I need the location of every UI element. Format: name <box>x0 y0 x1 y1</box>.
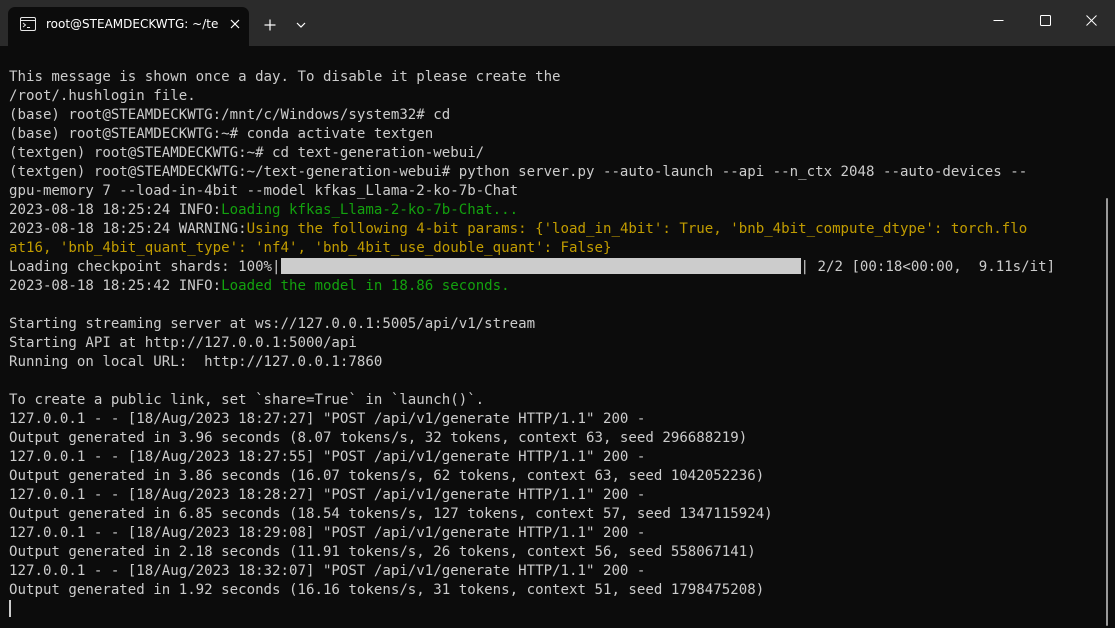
terminal-line: Starting streaming server at ws://127.0.… <box>9 315 1099 334</box>
line-text: 2023-08-18 18:25:42 INFO: <box>9 278 222 294</box>
line-text: 2023-08-18 18:25:24 INFO: <box>9 202 222 218</box>
line-text: Output generated in 1.92 seconds (16.16 … <box>9 582 765 598</box>
terminal-line: This message is shown once a day. To dis… <box>9 68 1099 87</box>
line-colored-text: at16, 'bnb_4bit_quant_type': 'nf4', 'bnb… <box>9 240 612 256</box>
terminal-line: Output generated in 3.86 seconds (16.07 … <box>9 467 1099 486</box>
line-text: (base) root@STEAMDECKWTG:~# conda activa… <box>9 126 434 142</box>
line-text: (textgen) root@STEAMDECKWTG:~# cd text-g… <box>9 145 485 161</box>
scrollbar[interactable] <box>1106 198 1108 626</box>
maximize-icon <box>1039 14 1051 26</box>
line-colored-text: Using the following 4-bit params: {'load… <box>246 221 1028 237</box>
terminal-line: Output generated in 2.18 seconds (11.91 … <box>9 543 1099 562</box>
new-tab-button[interactable] <box>258 14 282 36</box>
line-text: 127.0.0.1 - - [18/Aug/2023 18:27:55] "PO… <box>9 449 646 465</box>
title-bar: root@STEAMDECKWTG: ~/tex <box>0 0 1115 46</box>
line-text: gpu-memory 7 --load-in-4bit --model kfka… <box>9 183 519 199</box>
line-text: Output generated in 3.96 seconds (8.07 t… <box>9 430 748 446</box>
terminal-line: (base) root@STEAMDECKWTG:~# conda activa… <box>9 125 1099 144</box>
terminal-line: Output generated in 3.96 seconds (8.07 t… <box>9 429 1099 448</box>
line-text: (base) root@STEAMDECKWTG:/mnt/c/Windows/… <box>9 107 451 123</box>
terminal-line: 2023-08-18 18:25:24 INFO:Loading kfkas_L… <box>9 201 1099 220</box>
tab-title: root@STEAMDECKWTG: ~/tex <box>46 17 218 31</box>
progress-status: | 2/2 [00:18<00:00, 9.11s/it] <box>800 259 1056 275</box>
line-text: 127.0.0.1 - - [18/Aug/2023 18:32:07] "PO… <box>9 563 646 579</box>
terminal-output[interactable]: This message is shown once a day. To dis… <box>9 68 1099 623</box>
terminal-line: To create a public link, set `share=True… <box>9 391 1099 410</box>
close-tab-icon[interactable] <box>226 15 244 33</box>
line-text: Output generated in 6.85 seconds (18.54 … <box>9 506 773 522</box>
line-text: (textgen) root@STEAMDECKWTG:~/text-gener… <box>9 164 1028 180</box>
line-text: Output generated in 3.86 seconds (16.07 … <box>9 468 765 484</box>
line-text: This message is shown once a day. To dis… <box>9 69 561 85</box>
line-text: Starting API at http://127.0.0.1:5000/ap… <box>9 335 357 351</box>
terminal-line: 2023-08-18 18:25:42 INFO:Loaded the mode… <box>9 277 1099 296</box>
plus-icon <box>264 19 276 31</box>
terminal-line: 127.0.0.1 - - [18/Aug/2023 18:28:27] "PO… <box>9 486 1099 505</box>
line-text: /root/.hushlogin file. <box>9 88 196 104</box>
terminal-line: 127.0.0.1 - - [18/Aug/2023 18:29:08] "PO… <box>9 524 1099 543</box>
line-text: 127.0.0.1 - - [18/Aug/2023 18:27:27] "PO… <box>9 411 646 427</box>
tab-dropdown-button[interactable] <box>290 14 312 36</box>
close-icon <box>1085 14 1097 26</box>
terminal-line <box>9 600 1099 619</box>
line-text: 127.0.0.1 - - [18/Aug/2023 18:28:27] "PO… <box>9 487 646 503</box>
terminal-icon <box>20 17 36 31</box>
terminal-window: root@STEAMDECKWTG: ~/tex This message is… <box>0 0 1115 628</box>
terminal-line: gpu-memory 7 --load-in-4bit --model kfka… <box>9 182 1099 201</box>
progress-fill <box>280 258 801 274</box>
line-text: Running on local URL: http://127.0.0.1:7… <box>9 354 383 370</box>
line-colored-text: Loaded the model in 18.86 seconds. <box>221 278 510 294</box>
line-text: Starting streaming server at ws://127.0.… <box>9 316 536 332</box>
terminal-line: (textgen) root@STEAMDECKWTG:~# cd text-g… <box>9 144 1099 163</box>
terminal-line: 127.0.0.1 - - [18/Aug/2023 18:32:07] "PO… <box>9 562 1099 581</box>
progress-label: Loading checkpoint shards: 100%| <box>9 259 281 275</box>
terminal-tab[interactable]: root@STEAMDECKWTG: ~/tex <box>8 7 249 46</box>
terminal-line: Output generated in 1.92 seconds (16.16 … <box>9 581 1099 600</box>
line-text: 2023-08-18 18:25:24 WARNING: <box>9 221 247 237</box>
terminal-line: 127.0.0.1 - - [18/Aug/2023 18:27:55] "PO… <box>9 448 1099 467</box>
text-cursor <box>9 600 11 617</box>
terminal-line: Output generated in 6.85 seconds (18.54 … <box>9 505 1099 524</box>
line-text: 127.0.0.1 - - [18/Aug/2023 18:29:08] "PO… <box>9 525 646 541</box>
chevron-down-icon <box>296 22 306 28</box>
terminal-line: at16, 'bnb_4bit_quant_type': 'nf4', 'bnb… <box>9 239 1099 258</box>
terminal-line: Loading checkpoint shards: 100%| | 2/2 [0… <box>9 258 1099 277</box>
progress-bar <box>280 258 801 274</box>
line-text: Output generated in 2.18 seconds (11.91 … <box>9 544 756 560</box>
maximize-button[interactable] <box>1022 0 1068 40</box>
close-window-button[interactable] <box>1068 0 1114 40</box>
line-colored-text: Loading kfkas_Llama-2-ko-7b-Chat... <box>221 202 519 218</box>
minimize-icon <box>993 19 1003 21</box>
terminal-line: (textgen) root@STEAMDECKWTG:~/text-gener… <box>9 163 1099 182</box>
line-text: To create a public link, set `share=True… <box>9 392 485 408</box>
terminal-line: Starting API at http://127.0.0.1:5000/ap… <box>9 334 1099 353</box>
terminal-line: 2023-08-18 18:25:24 WARNING:Using the fo… <box>9 220 1099 239</box>
terminal-line: Running on local URL: http://127.0.0.1:7… <box>9 353 1099 372</box>
terminal-line: 127.0.0.1 - - [18/Aug/2023 18:27:27] "PO… <box>9 410 1099 429</box>
terminal-line: /root/.hushlogin file. <box>9 87 1099 106</box>
terminal-line: (base) root@STEAMDECKWTG:/mnt/c/Windows/… <box>9 106 1099 125</box>
minimize-button[interactable] <box>975 0 1021 40</box>
